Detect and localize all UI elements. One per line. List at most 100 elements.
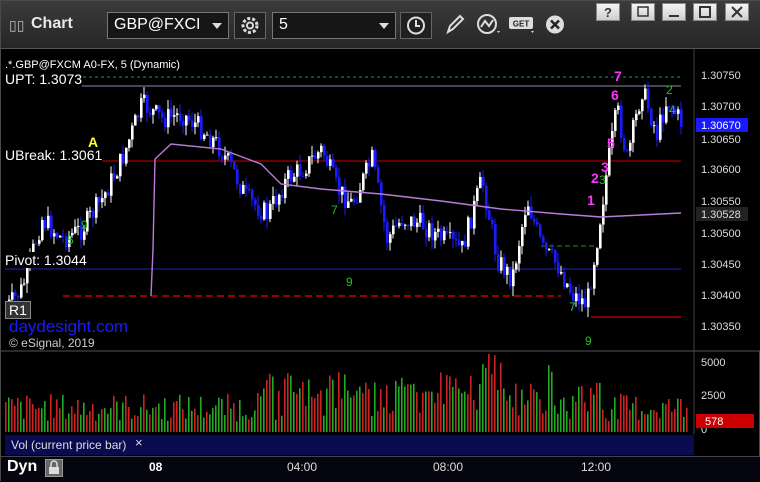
- volume-bar: [359, 386, 361, 432]
- candle-body: [353, 198, 356, 203]
- volume-bar: [452, 386, 454, 432]
- setup-count: 4: [669, 103, 676, 117]
- volume-bar: [215, 405, 217, 432]
- volume-bar: [551, 371, 553, 432]
- volume-bar: [56, 399, 58, 432]
- draw-tool-button[interactable]: [439, 12, 471, 39]
- drag-grip-icon[interactable]: ▯▯: [9, 17, 24, 34]
- volume-bar: [95, 420, 97, 432]
- minimize-icon: [669, 15, 679, 17]
- time-tick: 08: [149, 460, 163, 474]
- volume-bar: [176, 400, 178, 432]
- studies-icon: [477, 14, 500, 34]
- setup-count: 3: [599, 173, 606, 187]
- price-chart[interactable]: 957979324 7 6 5 3 2 1 1.30750 1.30700 1.…: [1, 49, 760, 456]
- candle-body: [191, 120, 194, 128]
- time-template-button[interactable]: [400, 12, 432, 39]
- price-axis-ticks: 1.30750 1.30700 1.30650 1.30600 1.30550 …: [701, 70, 741, 333]
- volume-bar: [629, 409, 631, 432]
- volume-bar: [110, 408, 112, 432]
- volume-bar: [14, 405, 16, 432]
- volume-bar: [260, 396, 262, 432]
- candle-body: [260, 215, 263, 220]
- candle-body: [161, 112, 164, 118]
- interval-selector[interactable]: 5: [272, 12, 396, 39]
- candle-body: [578, 293, 581, 305]
- volume-bar: [248, 419, 250, 432]
- volume-tick: 2500: [701, 390, 725, 402]
- candle-body: [332, 159, 335, 168]
- candle-body: [44, 220, 47, 229]
- candle-body: [392, 225, 395, 235]
- candle-body: [185, 115, 188, 126]
- close-chart-button[interactable]: [541, 12, 573, 39]
- candle-body: [413, 216, 416, 227]
- restore-icon: [637, 6, 649, 17]
- gear-icon: [241, 17, 259, 34]
- volume-bar: [638, 419, 640, 432]
- volume-bar: [245, 414, 247, 432]
- volume-bar: [479, 383, 481, 432]
- volume-bar: [143, 394, 145, 432]
- minimize-button[interactable]: [662, 3, 686, 21]
- upt-label: UPT: 1.3073: [5, 71, 83, 87]
- volume-bar: [53, 418, 55, 432]
- volume-bar: [179, 394, 181, 432]
- volume-bar: [59, 408, 61, 432]
- candle-body: [20, 284, 23, 298]
- volume-bar: [662, 402, 664, 432]
- candle-body: [308, 156, 311, 174]
- seq-number: 3: [601, 159, 609, 175]
- candle-body: [656, 125, 659, 140]
- volume-bar: [542, 413, 544, 432]
- volume-bar: [299, 388, 301, 432]
- volume-bar: [314, 398, 316, 432]
- volume-bar: [5, 402, 7, 432]
- volume-bar: [416, 392, 418, 432]
- settings-button[interactable]: [234, 12, 266, 39]
- candle-body: [488, 210, 491, 220]
- candle-body: [515, 263, 518, 270]
- volume-bar: [38, 407, 40, 432]
- volume-bar: [482, 364, 484, 432]
- candle-body: [428, 223, 431, 238]
- studies-button[interactable]: [473, 12, 505, 39]
- volume-close-icon[interactable]: ×: [135, 435, 143, 450]
- help-button[interactable]: ?: [596, 3, 620, 21]
- candle-body: [131, 125, 134, 140]
- volume-bar: [194, 408, 196, 432]
- volume-bar: [635, 396, 637, 432]
- volume-bar: [269, 373, 271, 432]
- candle-body: [209, 134, 212, 148]
- volume-bar: [242, 416, 244, 432]
- lock-button[interactable]: [45, 459, 63, 477]
- price-tick: 1.30550: [701, 196, 741, 208]
- volume-label-strip: [147, 435, 694, 455]
- volume-bar: [575, 401, 577, 432]
- candle-body: [404, 224, 407, 226]
- candle-body: [182, 120, 185, 126]
- volume-bar: [683, 416, 685, 432]
- volume-bar: [596, 382, 598, 432]
- candle-body: [269, 203, 272, 219]
- candle-body: [53, 233, 56, 237]
- restore-button[interactable]: [631, 3, 655, 21]
- candle-body: [455, 238, 458, 241]
- maximize-button[interactable]: [693, 3, 717, 21]
- volume-bar: [293, 391, 295, 432]
- window-close-button[interactable]: [725, 3, 749, 21]
- symbol-selector[interactable]: GBP@FXCI: [107, 12, 229, 39]
- candle-body: [368, 162, 371, 167]
- get-data-button[interactable]: GET: [507, 12, 539, 39]
- candle-body: [167, 109, 170, 128]
- candle-body: [98, 197, 101, 203]
- candle-body: [650, 108, 653, 126]
- volume-bar: [230, 408, 232, 432]
- layout-name[interactable]: Dyn: [7, 459, 37, 475]
- volume-bar: [650, 409, 652, 432]
- volume-bar: [134, 415, 136, 432]
- candle-body: [377, 167, 380, 183]
- candle-body: [251, 190, 254, 200]
- volume-bar: [26, 395, 28, 432]
- volume-bar: [116, 401, 118, 432]
